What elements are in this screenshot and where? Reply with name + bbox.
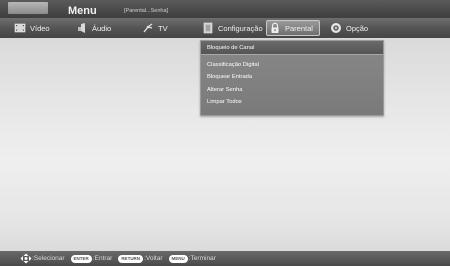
tab-label: Opção [346, 23, 369, 33]
film-icon [14, 22, 26, 34]
enter-key-badge: ENTER [70, 254, 92, 263]
tab-video[interactable]: Vídeo [12, 20, 62, 36]
brand-logo [8, 2, 48, 14]
tab-audio[interactable]: Áudio [74, 20, 126, 36]
settings-panel-icon [202, 22, 214, 34]
tab-label: Áudio [92, 23, 112, 33]
tab-configuracao[interactable]: Configuração [200, 20, 263, 36]
dpad-icon [20, 253, 32, 264]
menu-item-bloquear-entrada[interactable]: Bloquear Entrada [207, 74, 252, 80]
tab-label: Configuração [218, 23, 263, 33]
menu-item-classificacao-digital[interactable]: Classificação Digital [207, 62, 259, 68]
parental-menu-panel: Bloqueio de Canal Classificação Digital … [200, 40, 384, 116]
tab-bar: Vídeo Áudio TV Configuração Parental Opç… [0, 18, 450, 38]
help-bar: :Selecionar ENTER :Entrar RETURN :Voltar… [0, 251, 450, 266]
enter-hint: :Entrar [92, 255, 113, 262]
menu-item-bloqueio-de-canal[interactable]: Bloqueio de Canal [201, 41, 383, 55]
speaker-icon [76, 22, 88, 34]
disc-icon [330, 22, 342, 34]
menu-key-badge: MENU [168, 254, 188, 263]
menu-item-alterar-senha[interactable]: Alterar Senha [207, 87, 242, 93]
breadcrumb: [Parental...Senha] [124, 8, 169, 14]
menu-item-limpar-todos[interactable]: Limpar Todos [207, 99, 242, 105]
tab-label: Vídeo [30, 23, 50, 33]
menu-title: Menu [68, 5, 97, 17]
tab-label: Parental [285, 23, 313, 33]
return-key-badge: RETURN [118, 254, 144, 263]
tv-menu-screen: Menu [Parental...Senha] Vídeo Áudio TV C… [0, 0, 450, 266]
return-hint: :Voltar [144, 255, 163, 262]
tab-parental[interactable]: Parental [266, 20, 320, 36]
antenna-icon [142, 22, 154, 34]
title-bar: Menu [Parental...Senha] [0, 0, 450, 18]
tab-opcao[interactable]: Opção [328, 20, 378, 36]
tab-label: TV [158, 23, 168, 33]
lock-icon [269, 22, 281, 34]
tab-tv[interactable]: TV [140, 20, 180, 36]
select-hint: :Selecionar [32, 255, 65, 262]
menu-hint: :Terminar [188, 255, 216, 262]
